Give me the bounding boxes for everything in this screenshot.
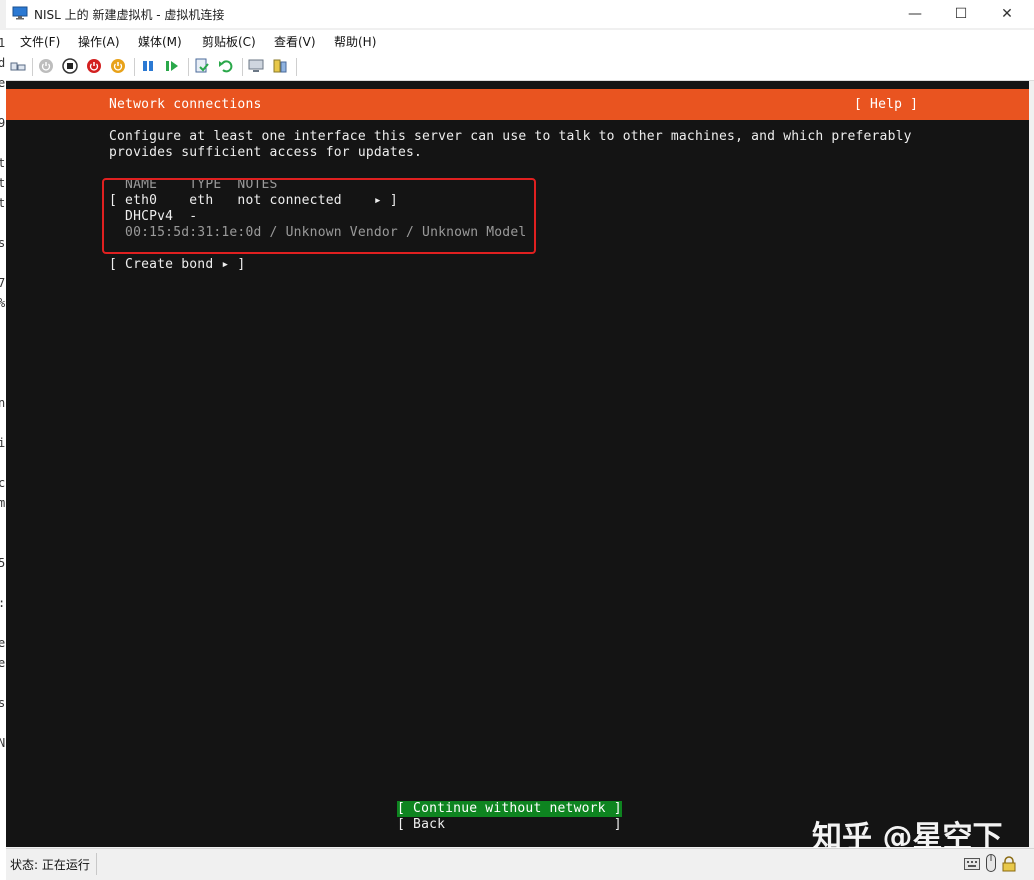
vm-console-screen[interactable]: Network connections [ Help ] Configure a… xyxy=(6,81,1029,847)
header-title: Network connections xyxy=(109,97,262,112)
mouse-icon xyxy=(986,854,996,872)
minimize-button[interactable]: — xyxy=(892,0,938,28)
back-button[interactable]: [ Back ] xyxy=(397,817,622,833)
close-button[interactable]: ✕ xyxy=(984,0,1030,28)
maximize-button[interactable]: ☐ xyxy=(938,0,984,28)
background-char: s xyxy=(0,696,6,710)
background-char: 9 xyxy=(0,116,6,130)
toolbar-separator xyxy=(32,58,33,76)
status-separator xyxy=(96,853,97,875)
background-char: 5 xyxy=(0,556,6,570)
background-char: 1 xyxy=(0,36,6,50)
ctrl-alt-del-icon[interactable] xyxy=(10,58,26,74)
menu-file[interactable]: 文件(F) xyxy=(20,33,60,50)
background-char: s xyxy=(0,236,6,250)
shutdown-icon[interactable] xyxy=(86,58,102,74)
background-char: e xyxy=(0,76,6,90)
lock-icon xyxy=(1002,856,1016,872)
menu-clipboard[interactable]: 剪贴板(C) xyxy=(202,33,256,50)
continue-without-network-button[interactable]: [ Continue without network ] xyxy=(397,801,622,817)
menu-action[interactable]: 操作(A) xyxy=(78,33,120,50)
toolbar-separator xyxy=(242,58,243,76)
background-char: 7 xyxy=(0,276,6,290)
share-icon[interactable] xyxy=(272,58,288,74)
menu-view[interactable]: 查看(V) xyxy=(274,33,316,50)
window-title: NISL 上的 新建虚拟机 - 虚拟机连接 xyxy=(34,8,225,22)
vm-monitor-icon xyxy=(12,6,28,20)
power-icon[interactable] xyxy=(110,58,126,74)
resume-icon[interactable] xyxy=(164,58,180,74)
create-bond-button[interactable]: [ Create bond ▸ ] xyxy=(109,257,245,273)
menu-media[interactable]: 媒体(M) xyxy=(138,33,182,50)
pause-icon[interactable] xyxy=(140,58,156,74)
description-line-1: Configure at least one interface this se… xyxy=(109,129,912,144)
stop-icon[interactable] xyxy=(62,58,78,74)
background-char: m xyxy=(0,496,6,510)
background-char: e xyxy=(0,636,6,650)
start-icon[interactable] xyxy=(38,58,54,74)
enhanced-session-icon[interactable] xyxy=(248,58,264,74)
background-char: t xyxy=(0,196,6,210)
status-bar: 状态: 正在运行 xyxy=(6,848,1034,880)
revert-icon[interactable] xyxy=(218,58,234,74)
background-char: % xyxy=(0,296,5,310)
background-char: t xyxy=(0,176,6,190)
keyboard-icon xyxy=(964,858,980,870)
status-label: 状态: 正在运行 xyxy=(10,858,90,872)
menu-bar: 文件(F) 操作(A) 媒体(M) 剪贴板(C) 查看(V) 帮助(H) xyxy=(6,30,1034,52)
toolbar-separator xyxy=(134,58,135,76)
background-char: : xyxy=(0,596,5,610)
background-char: i xyxy=(0,436,6,450)
background-char: t xyxy=(0,156,6,170)
menu-help[interactable]: 帮助(H) xyxy=(334,33,376,50)
background-char: e xyxy=(0,656,6,670)
background-char: c xyxy=(0,476,6,490)
background-char: d xyxy=(0,56,6,70)
description-line-2: provides sufficient access for updates. xyxy=(109,145,423,160)
toolbar-separator xyxy=(188,58,189,76)
highlight-annotation-box xyxy=(102,178,536,254)
title-bar[interactable]: NISL 上的 新建虚拟机 - 虚拟机连接 — ☐ ✕ xyxy=(6,0,1034,28)
background-char: N xyxy=(0,736,6,750)
background-char: n xyxy=(0,396,6,410)
help-button[interactable]: [ Help ] xyxy=(854,97,918,113)
checkpoint-icon[interactable] xyxy=(194,58,210,74)
toolbar-separator xyxy=(296,58,297,76)
toolbar xyxy=(6,52,1034,81)
